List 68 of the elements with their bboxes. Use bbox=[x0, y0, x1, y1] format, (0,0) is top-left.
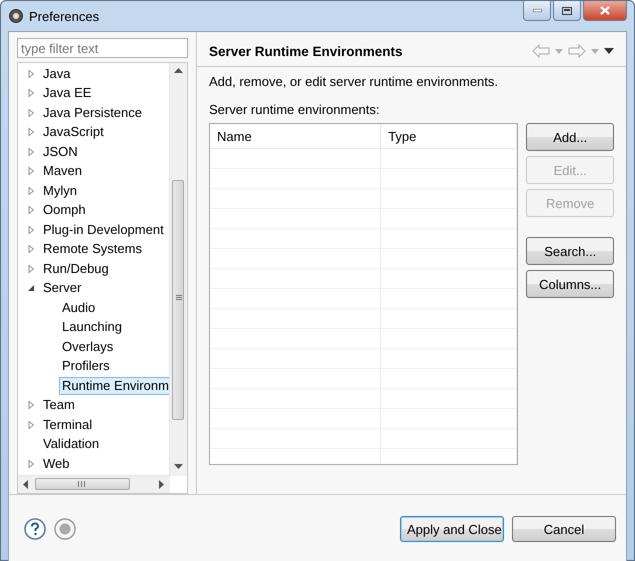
collapsed-arrow-icon[interactable] bbox=[26, 264, 36, 274]
column-header[interactable]: Name bbox=[210, 124, 382, 148]
back-icon[interactable] bbox=[532, 44, 550, 58]
description-text: Add, remove, or edit server runtime environments. bbox=[209, 74, 500, 89]
tree-item[interactable]: Profilers bbox=[59, 357, 115, 376]
tree-item[interactable]: Web bbox=[40, 454, 74, 473]
tree-item[interactable]: Overlays bbox=[59, 338, 118, 356]
minimize-button[interactable] bbox=[523, 1, 551, 21]
tree-item[interactable]: JSON bbox=[40, 142, 83, 161]
collapsed-arrow-icon[interactable] bbox=[26, 88, 36, 98]
tree-item[interactable]: Terminal bbox=[40, 416, 98, 434]
tree-item[interactable]: Audio bbox=[59, 298, 100, 317]
collapsed-arrow-icon[interactable] bbox=[26, 420, 36, 430]
close-button[interactable] bbox=[583, 1, 627, 21]
minimize-icon bbox=[532, 9, 542, 12]
tree-item[interactable]: Java EE bbox=[40, 84, 96, 102]
list-label: Server runtime environments: bbox=[209, 102, 381, 117]
collapsed-arrow-icon[interactable] bbox=[26, 458, 36, 469]
page-title: Server Runtime Environments bbox=[209, 44, 404, 58]
collapsed-arrow-icon[interactable] bbox=[26, 224, 36, 235]
tree-item[interactable]: Plug-in Development bbox=[40, 220, 169, 239]
action-button[interactable]: Columns... bbox=[526, 270, 614, 298]
tree-item[interactable]: Team bbox=[40, 396, 80, 414]
scroll-right-icon[interactable] bbox=[159, 480, 165, 489]
collapsed-arrow-icon[interactable] bbox=[26, 146, 36, 157]
forward-icon[interactable] bbox=[568, 44, 586, 58]
tree-item[interactable]: Oomph bbox=[40, 201, 91, 220]
dialog-button[interactable]: Apply and Close bbox=[400, 516, 504, 542]
help-icon[interactable] bbox=[24, 518, 46, 540]
tree-item[interactable]: Java bbox=[40, 64, 76, 83]
tree-item[interactable]: Java Persistence bbox=[40, 104, 147, 122]
tree-item[interactable]: JavaScript bbox=[40, 123, 109, 142]
dropdown-icon[interactable] bbox=[591, 48, 599, 54]
tree-item[interactable]: Remote Systems bbox=[40, 240, 147, 258]
collapsed-arrow-icon[interactable] bbox=[26, 205, 36, 216]
dialog-button[interactable]: Cancel bbox=[512, 516, 616, 542]
collapsed-arrow-icon[interactable] bbox=[26, 244, 36, 254]
collapsed-arrow-icon[interactable] bbox=[26, 108, 36, 118]
tree-item[interactable]: Run/Debug bbox=[40, 260, 114, 278]
collapsed-arrow-icon[interactable] bbox=[26, 166, 36, 176]
scrollbar-thumb[interactable] bbox=[172, 180, 184, 420]
scrollbar-thumb[interactable] bbox=[35, 478, 130, 490]
maximize-icon bbox=[562, 6, 572, 14]
scroll-left-icon[interactable] bbox=[23, 480, 29, 489]
collapsed-arrow-icon[interactable] bbox=[26, 186, 36, 196]
filter-field[interactable]: type filter text bbox=[17, 38, 188, 58]
column-header[interactable]: Type bbox=[381, 124, 518, 148]
tree-item[interactable]: Maven bbox=[40, 162, 88, 180]
grip-icon bbox=[176, 295, 182, 301]
action-button[interactable]: Search... bbox=[526, 237, 614, 265]
collapsed-arrow-icon[interactable] bbox=[26, 68, 36, 79]
maximize-button[interactable] bbox=[553, 1, 581, 21]
grip-icon bbox=[78, 481, 85, 487]
action-button[interactable]: Add... bbox=[526, 123, 614, 151]
tree-item[interactable]: Mylyn bbox=[40, 182, 82, 200]
tree-item[interactable]: Server bbox=[40, 279, 86, 298]
collapsed-arrow-icon[interactable] bbox=[26, 400, 36, 410]
scroll-down-icon[interactable] bbox=[174, 464, 183, 470]
scroll-up-icon[interactable] bbox=[174, 68, 183, 74]
view-menu-icon[interactable] bbox=[604, 48, 614, 54]
window-title: Preferences bbox=[29, 8, 100, 24]
tree-item[interactable]: Validation bbox=[40, 435, 104, 454]
close-icon bbox=[600, 6, 610, 15]
collapsed-arrow-icon[interactable] bbox=[26, 127, 36, 138]
tree-item[interactable]: Runtime Environm bbox=[59, 376, 170, 395]
tree-item[interactable]: Launching bbox=[59, 318, 127, 336]
expanded-arrow-icon[interactable] bbox=[26, 283, 36, 294]
dropdown-icon[interactable] bbox=[555, 48, 563, 54]
